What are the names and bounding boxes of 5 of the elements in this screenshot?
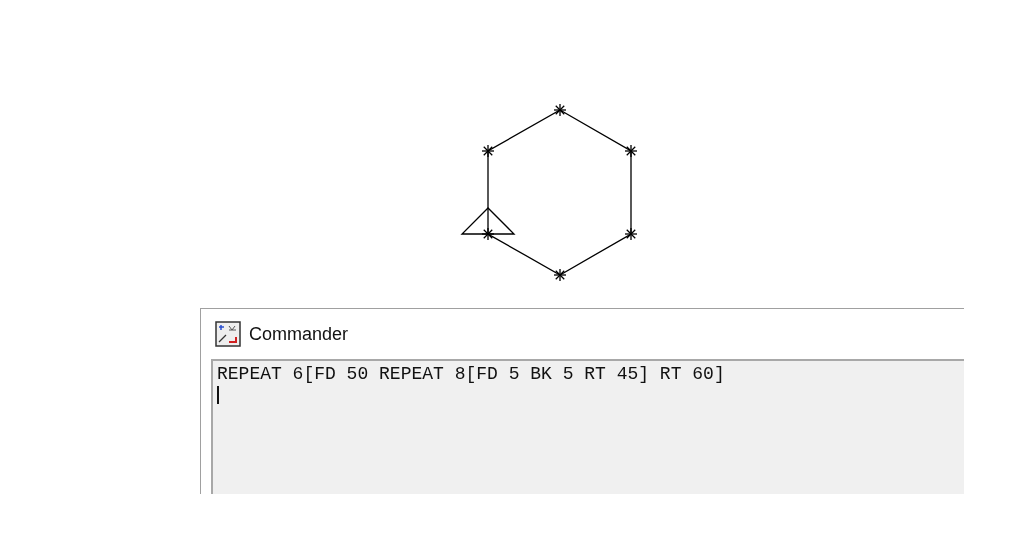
app-icon xyxy=(215,321,241,347)
command-text: REPEAT 6[FD 50 REPEAT 8[FD 5 BK 5 RT 45] RT 60] xyxy=(217,363,725,385)
text-cursor-icon xyxy=(217,386,219,404)
command-input[interactable]: REPEAT 6[FD 50 REPEAT 8[FD 5 BK 5 RT 45] RT 60] xyxy=(211,359,964,494)
window-title: Commander xyxy=(249,322,349,346)
